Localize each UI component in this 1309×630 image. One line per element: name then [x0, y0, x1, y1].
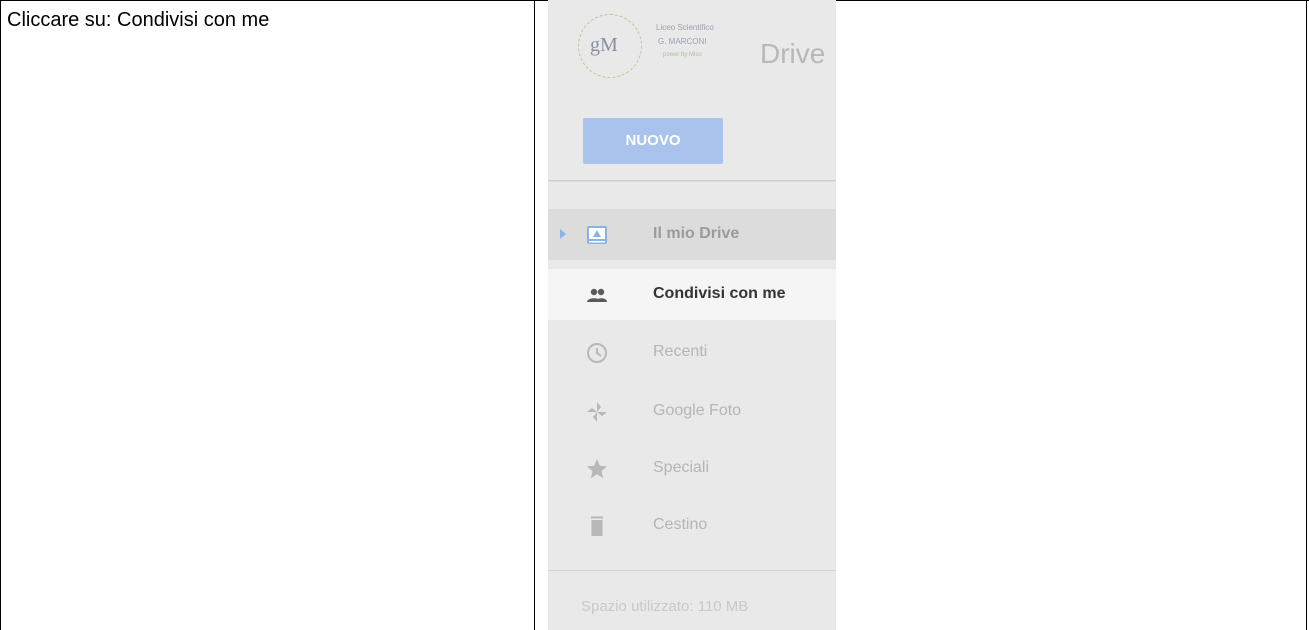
divider — [548, 570, 836, 571]
storage-usage: Spazio utilizzato: 110 MB — [581, 598, 749, 615]
nav-label: Speciali — [653, 459, 710, 476]
divider-shadow — [548, 181, 836, 182]
instruction-text: Cliccare su: Condivisi con me — [7, 9, 270, 31]
expand-arrow-icon[interactable] — [560, 229, 566, 239]
logo-line-3: power by Miso — [663, 52, 702, 58]
nav-label: Recenti — [653, 343, 708, 360]
table-column-divider — [534, 0, 535, 630]
app-name: Drive — [760, 38, 826, 69]
nav-label: Il mio Drive — [653, 225, 740, 242]
drive-sidebar-screenshot: gM Liceo Scientifico G. MARCONI power by… — [548, 0, 836, 630]
logo-line-2: G. MARCONI — [658, 37, 707, 46]
star-icon — [587, 459, 607, 479]
nav-label: Cestino — [653, 516, 708, 533]
logo-line-1: Liceo Scientifico — [656, 23, 714, 32]
trash-icon — [591, 516, 603, 536]
nav-item-google-photos[interactable]: Google Foto — [548, 386, 836, 437]
nav-item-my-drive[interactable]: Il mio Drive — [548, 209, 836, 260]
pinwheel-icon — [587, 402, 607, 422]
nav-item-recent[interactable]: Recenti — [548, 327, 836, 378]
people-icon — [587, 288, 607, 302]
clock-icon — [587, 343, 607, 363]
my-drive-icon — [587, 226, 607, 244]
nav-item-trash[interactable]: Cestino — [548, 500, 836, 551]
table-right-border — [1306, 0, 1307, 630]
nav-item-starred[interactable]: Speciali — [548, 443, 836, 494]
table-left-border — [0, 0, 1, 630]
nav-label: Condivisi con me — [653, 285, 786, 302]
nav-label: Google Foto — [653, 402, 742, 419]
new-button[interactable]: NUOVO — [583, 118, 723, 164]
nav-item-shared-with-me[interactable]: Condivisi con me — [548, 269, 836, 320]
logo-monogram: gM — [590, 34, 618, 56]
